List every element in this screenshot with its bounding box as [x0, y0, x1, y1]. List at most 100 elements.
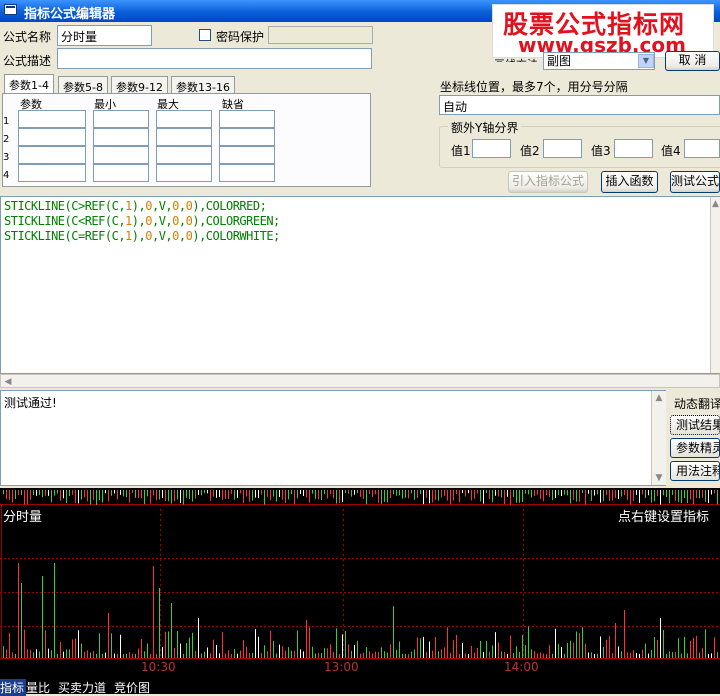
value-4-label: 值4: [661, 144, 681, 158]
chevron-down-icon[interactable]: ▼: [638, 54, 654, 68]
test-result-area[interactable]: [0, 390, 666, 486]
axis-position-input[interactable]: 自动: [439, 95, 720, 115]
draw-method-label: 画线方法: [494, 56, 538, 62]
chart-title: 分时量: [3, 510, 43, 525]
password-label: 密码保护: [216, 30, 265, 44]
tab-params-13-16[interactable]: 参数13-16: [171, 76, 235, 94]
code-token: STICKLINE(C<REF(C,: [4, 214, 126, 228]
code-line-2: STICKLINE(C<REF(C,1),0,V,0,0),COLORGREEN…: [4, 214, 280, 228]
result-scroll-down-icon[interactable]: ▼: [652, 471, 666, 485]
value-1-label: 值1: [451, 144, 471, 158]
formula-desc-label: 公式描述: [3, 54, 52, 68]
code-token: ),COLORGREEN;: [192, 214, 280, 228]
insert-function-button[interactable]: 插入函数: [601, 171, 658, 193]
param-3-default[interactable]: [219, 146, 275, 164]
param-row-4-label: 4: [3, 170, 10, 181]
code-token: 0: [145, 214, 152, 228]
value-2-input[interactable]: [543, 139, 582, 158]
dynamic-translate-label[interactable]: 动态翻译: [674, 395, 720, 412]
param-3-min[interactable]: [93, 146, 149, 164]
result-scroll-up-icon[interactable]: ▲: [652, 391, 666, 405]
bottom-tab-indicator[interactable]: 指标: [0, 679, 27, 696]
param-wizard-button[interactable]: 参数精灵: [670, 438, 720, 458]
value-3-input[interactable]: [614, 139, 653, 158]
usage-notes-button[interactable]: 用法注释: [670, 461, 720, 481]
param-row-1-label: 1: [3, 116, 10, 127]
time-label-1300: 13:00: [324, 660, 359, 674]
param-2-max[interactable]: [156, 128, 212, 146]
bottom-tab-auction[interactable]: 竞价图: [114, 679, 150, 696]
formula-name-label: 公式名称: [3, 30, 52, 44]
time-label-1030: 10:30: [141, 660, 176, 674]
param-1-max[interactable]: [156, 110, 212, 128]
bottom-tab-bar: [0, 678, 720, 694]
value-4-input[interactable]: [684, 139, 720, 158]
param-2-min[interactable]: [93, 128, 149, 146]
code-token: 1: [125, 229, 132, 243]
param-3-max[interactable]: [156, 146, 212, 164]
password-checkbox[interactable]: [199, 29, 211, 41]
code-token: ),COLORRED;: [192, 199, 267, 213]
value-2-label: 值2: [520, 144, 540, 158]
tab-params-5-8[interactable]: 参数5-8: [58, 76, 108, 94]
result-scrollbar[interactable]: ▲ ▼: [651, 391, 666, 485]
param-1-name[interactable]: [18, 110, 86, 128]
code-token: 0: [145, 199, 152, 213]
bottom-tab-volume-ratio[interactable]: 量比: [26, 679, 50, 696]
code-token: 0: [172, 214, 179, 228]
time-label-1400: 14:00: [504, 660, 539, 674]
param-2-name[interactable]: [18, 128, 86, 146]
param-row-2-label: 2: [3, 134, 10, 145]
volume-chart-svg: [0, 488, 720, 678]
import-formula-button[interactable]: 引入指标公式: [508, 171, 588, 193]
code-token: ),: [131, 229, 146, 243]
volume-chart[interactable]: [0, 488, 720, 678]
param-1-default[interactable]: [219, 110, 275, 128]
draw-method-value: 副图: [547, 54, 572, 68]
code-token: 1: [125, 214, 132, 228]
param-row-3-label: 3: [3, 152, 10, 163]
code-token: ,V,: [151, 214, 173, 228]
code-line-3: STICKLINE(C=REF(C,1),0,V,0,0),COLORWHITE…: [4, 229, 280, 243]
value-1-input[interactable]: [472, 139, 511, 158]
code-token: ),: [131, 214, 146, 228]
test-formula-button[interactable]: 测试公式: [670, 171, 720, 193]
editor-vertical-scrollbar[interactable]: ▲: [710, 197, 720, 373]
code-token: STICKLINE(C>REF(C,: [4, 199, 126, 213]
param-4-name[interactable]: [18, 164, 86, 182]
code-token: 0: [172, 199, 179, 213]
code-token: ),COLORWHITE;: [192, 229, 280, 243]
code-token: STICKLINE(C=REF(C,: [4, 229, 126, 243]
code-token: 1: [125, 199, 132, 213]
axis-position-label: 坐标线位置，最多7个，用分号分隔: [440, 80, 628, 94]
formula-desc-input[interactable]: [57, 48, 372, 69]
test-results-button[interactable]: 测试结果: [670, 415, 720, 435]
param-4-max[interactable]: [156, 164, 212, 182]
scroll-up-icon[interactable]: ▲: [711, 197, 720, 211]
chart-hint: 点右键设置指标: [618, 510, 710, 525]
password-input: [268, 26, 373, 44]
tab-params-1-4[interactable]: 参数1-4: [4, 74, 54, 94]
code-token: 0: [172, 229, 179, 243]
tab-params-9-12[interactable]: 参数9-12: [111, 76, 168, 94]
code-token: ,V,: [151, 199, 173, 213]
extra-y-axis-label: 额外Y轴分界: [448, 119, 522, 136]
code-token: ,: [178, 199, 186, 213]
code-token: ,V,: [151, 229, 173, 243]
param-4-default[interactable]: [219, 164, 275, 182]
param-2-default[interactable]: [219, 128, 275, 146]
code-token: ),: [131, 199, 146, 213]
code-token: 0: [145, 229, 152, 243]
scroll-left-icon[interactable]: ◀: [1, 375, 15, 389]
value-3-label: 值3: [591, 144, 611, 158]
code-token: ,: [178, 214, 186, 228]
cancel-button[interactable]: 取 消: [665, 51, 720, 71]
editor-horizontal-scrollbar[interactable]: ◀: [0, 374, 720, 388]
param-1-min[interactable]: [93, 110, 149, 128]
window-icon: [4, 4, 17, 15]
bottom-tab-buy-sell-force[interactable]: 买卖力道: [58, 679, 106, 696]
formula-name-input[interactable]: 分时量: [57, 25, 152, 46]
param-3-name[interactable]: [18, 146, 86, 164]
param-4-min[interactable]: [93, 164, 149, 182]
test-result-text: 测试通过!: [4, 396, 57, 410]
